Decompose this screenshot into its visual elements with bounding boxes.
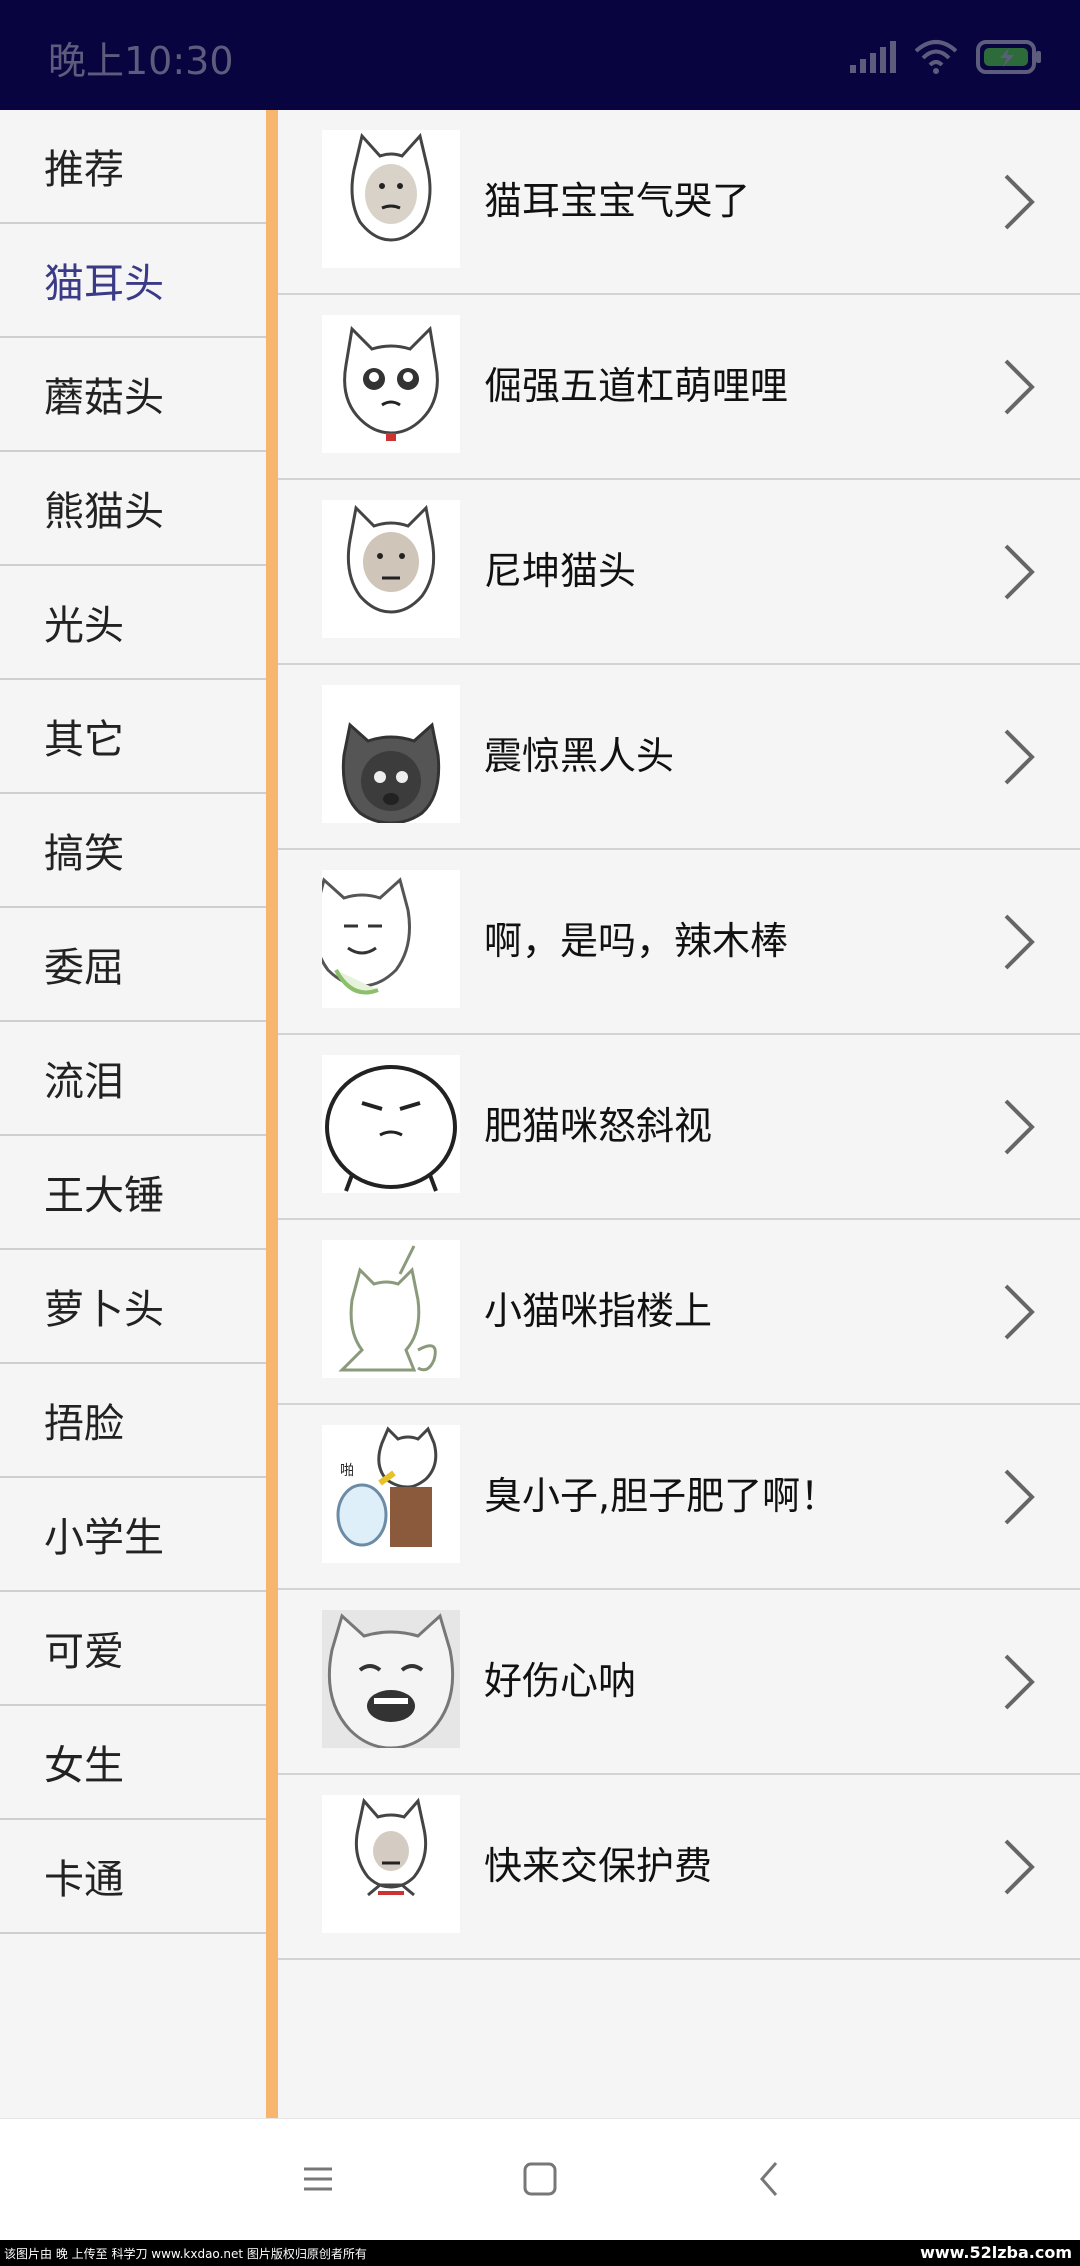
sidebar-item-maoertou[interactable]: 猫耳头: [0, 224, 266, 338]
sticker-thumbnail: [322, 315, 460, 453]
system-nav-bar: [0, 2118, 1080, 2241]
category-sidebar: 推荐 猫耳头 蘑菇头 熊猫头 光头 其它 搞笑 委屈 流泪 王大锤 萝卜头 捂脸…: [0, 110, 266, 2118]
sidebar-item-label: 其它: [44, 717, 124, 763]
menu-icon[interactable]: [288, 2149, 348, 2209]
sidebar-divider: [266, 110, 278, 2118]
sidebar-item-label: 搞笑: [44, 831, 124, 877]
sidebar-item-keai[interactable]: 可爱: [0, 1592, 266, 1706]
list-item[interactable]: 啊，是吗，辣木棒: [278, 850, 1080, 1035]
status-bar: 晚上10:30: [0, 0, 1080, 110]
sticker-thumbnail: [322, 1055, 460, 1193]
sidebar-item-label: 熊猫头: [44, 489, 164, 535]
list-item[interactable]: 肥猫咪怒斜视: [278, 1035, 1080, 1220]
chevron-right-icon: [1004, 914, 1035, 970]
battery-icon: [976, 40, 1042, 74]
sidebar-item-katong[interactable]: 卡通: [0, 1820, 266, 1934]
sticker-list: 猫耳宝宝气哭了 倔强五道杠萌哩哩 尼坤猫头 震惊黑人头 啊，是吗，辣木棒 肥猫咪…: [278, 110, 1080, 2118]
sticker-thumbnail: [322, 130, 460, 268]
watermark-strip: 该图片由 晚 上传至 科学刀 www.kxdao.net 图片版权归原创者所有 …: [0, 2240, 1080, 2266]
sticker-title: 猫耳宝宝气哭了: [484, 179, 751, 223]
sidebar-item-weiqu[interactable]: 委屈: [0, 908, 266, 1022]
sidebar-item-gaoxiao[interactable]: 搞笑: [0, 794, 266, 908]
chevron-right-icon: [1004, 1099, 1035, 1155]
chevron-right-icon: [1004, 1284, 1035, 1340]
sticker-title: 小猫咪指楼上: [484, 1289, 713, 1333]
sticker-title: 肥猫咪怒斜视: [484, 1104, 713, 1148]
sticker-thumbnail: [322, 685, 460, 823]
sticker-title: 倔强五道杠萌哩哩: [484, 364, 789, 408]
sidebar-item-label: 委屈: [44, 945, 124, 991]
sticker-thumbnail: [322, 500, 460, 638]
sidebar-item-label: 推荐: [44, 147, 124, 193]
sidebar-item-label: 卡通: [44, 1857, 124, 1903]
svg-text:啪: 啪: [340, 1462, 354, 1479]
sidebar-item-liulei[interactable]: 流泪: [0, 1022, 266, 1136]
sidebar-item-nvsheng[interactable]: 女生: [0, 1706, 266, 1820]
list-item[interactable]: 啪 臭小子,胆子肥了啊！: [278, 1405, 1080, 1590]
chevron-right-icon: [1004, 174, 1035, 230]
sidebar-item-label: 王大锤: [44, 1173, 164, 1219]
watermark-site: www.52lzba.com: [920, 2243, 1072, 2262]
list-item[interactable]: 快来交保护费: [278, 1775, 1080, 1960]
sidebar-item-label: 小学生: [44, 1515, 164, 1561]
sidebar-item-moguto[interactable]: 蘑菇头: [0, 338, 266, 452]
sidebar-item-wangdachui[interactable]: 王大锤: [0, 1136, 266, 1250]
back-icon[interactable]: [740, 2149, 800, 2209]
sidebar-item-wulian[interactable]: 捂脸: [0, 1364, 266, 1478]
sticker-title: 好伤心呐: [484, 1659, 637, 1703]
sidebar-item-xiongmaotou[interactable]: 熊猫头: [0, 452, 266, 566]
sidebar-item-label: 流泪: [44, 1059, 124, 1105]
watermark-text: 该图片由 晚 上传至 科学刀 www.kxdao.net 图片版权归原创者所有: [4, 2247, 367, 2261]
sidebar-item-guangtou[interactable]: 光头: [0, 566, 266, 680]
list-item[interactable]: 猫耳宝宝气哭了: [278, 110, 1080, 295]
chevron-right-icon: [1004, 359, 1035, 415]
chevron-right-icon: [1004, 729, 1035, 785]
sidebar-item-luobotou[interactable]: 萝卜头: [0, 1250, 266, 1364]
chevron-right-icon: [1004, 544, 1035, 600]
sidebar-item-label: 蘑菇头: [44, 375, 164, 421]
sticker-title: 震惊黑人头: [484, 734, 675, 778]
chevron-right-icon: [1004, 1469, 1035, 1525]
chevron-right-icon: [1004, 1839, 1035, 1895]
sidebar-item-label: 女生: [44, 1743, 124, 1789]
list-item[interactable]: 尼坤猫头: [278, 480, 1080, 665]
sticker-thumbnail: [322, 1610, 460, 1748]
signal-icon: [850, 41, 896, 73]
sticker-thumbnail: [322, 1795, 460, 1933]
status-time: 晚上10:30: [48, 39, 234, 83]
wifi-icon: [914, 39, 958, 75]
list-item[interactable]: 倔强五道杠萌哩哩: [278, 295, 1080, 480]
sticker-title: 臭小子,胆子肥了啊！: [484, 1474, 839, 1518]
sticker-thumbnail: [322, 870, 460, 1008]
list-item[interactable]: 震惊黑人头: [278, 665, 1080, 850]
home-icon[interactable]: [510, 2149, 570, 2209]
sticker-thumbnail: [322, 1240, 460, 1378]
status-icons: [850, 32, 1042, 82]
sidebar-item-label: 可爱: [44, 1629, 124, 1675]
sticker-title: 快来交保护费: [484, 1844, 713, 1888]
sidebar-item-tuijian[interactable]: 推荐: [0, 110, 266, 224]
list-item[interactable]: 小猫咪指楼上: [278, 1220, 1080, 1405]
sidebar-item-label: 光头: [44, 603, 124, 649]
sidebar-item-label: 猫耳头: [44, 261, 164, 307]
sidebar-item-xiaoxuesheng[interactable]: 小学生: [0, 1478, 266, 1592]
sidebar-item-label: 萝卜头: [44, 1287, 164, 1333]
sidebar-item-label: 捂脸: [44, 1401, 124, 1447]
chevron-right-icon: [1004, 1654, 1035, 1710]
sticker-title: 啊，是吗，辣木棒: [484, 919, 789, 963]
sticker-title: 尼坤猫头: [484, 549, 637, 593]
list-item[interactable]: 好伤心呐: [278, 1590, 1080, 1775]
sticker-thumbnail: 啪: [322, 1425, 460, 1563]
sidebar-item-qita[interactable]: 其它: [0, 680, 266, 794]
